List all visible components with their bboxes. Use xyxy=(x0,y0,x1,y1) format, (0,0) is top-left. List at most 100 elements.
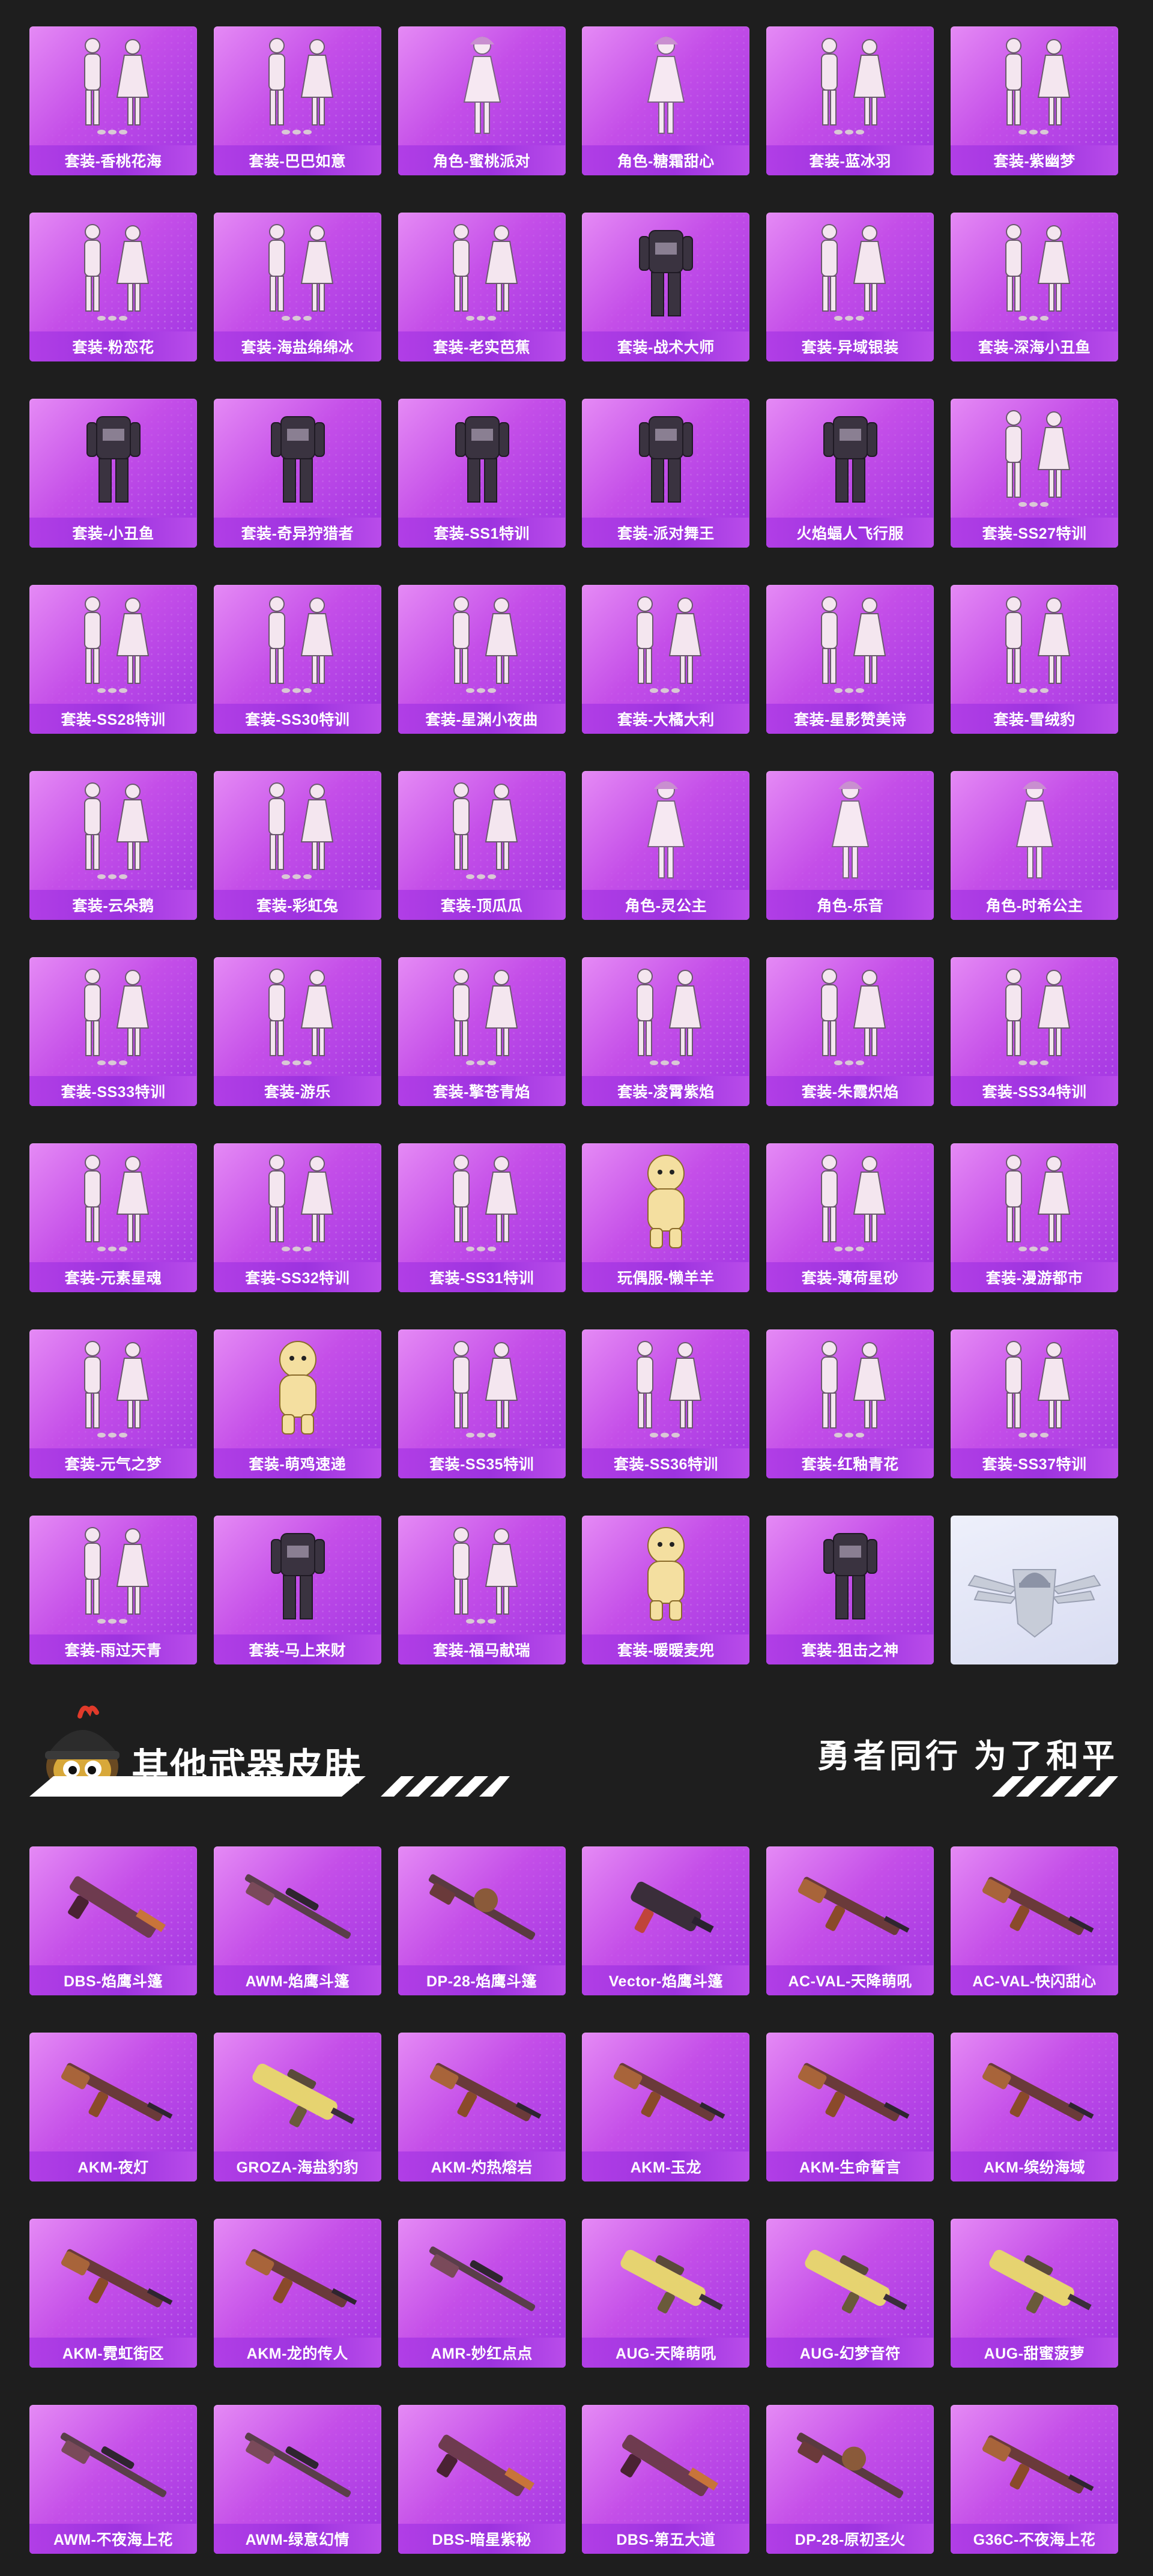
weapon-card-label: AUG-天降萌吼 xyxy=(582,2338,750,2368)
outfit-card[interactable]: 套装-擎苍青焰 xyxy=(398,957,566,1106)
outfit-card[interactable]: 套装-巴巴如意 xyxy=(213,26,381,175)
mascot-suit-icon xyxy=(214,1335,381,1444)
outfit-card[interactable]: 角色-蜜桃派对 xyxy=(398,26,566,175)
weapon-card[interactable]: AKM-灼热熔岩 xyxy=(398,2033,566,2181)
outfit-card[interactable]: 套装-SS33特训 xyxy=(29,957,197,1106)
outfit-card[interactable]: 套装-SS1特训 xyxy=(398,399,566,548)
outfit-card[interactable]: 套装-马上来财 xyxy=(213,1516,381,1664)
outfit-pair-icon xyxy=(214,219,381,327)
outfit-pair-icon xyxy=(398,1149,566,1257)
assault-rifle-icon xyxy=(951,2411,1118,2519)
outfit-card[interactable]: 套装-SS27特训 xyxy=(950,399,1118,548)
outfit-card[interactable]: 角色-糖霜甜心 xyxy=(582,26,750,175)
outfit-card[interactable]: 套装-雨过天青 xyxy=(29,1516,197,1664)
weapon-card[interactable]: AWM-不夜海上花 xyxy=(29,2405,197,2554)
outfit-card[interactable]: 套装-SS35特训 xyxy=(398,1329,566,1478)
outfit-card[interactable]: 套装-深海小丑鱼 xyxy=(950,213,1118,361)
outfit-card[interactable]: 套装-暖暖麦兜 xyxy=(582,1516,750,1664)
outfit-card[interactable]: 套装-老实芭蕉 xyxy=(398,213,566,361)
outfit-card[interactable]: 火焰蝠人飞行服 xyxy=(766,399,934,548)
outfit-card[interactable]: 套装-漫游都市 xyxy=(950,1143,1118,1292)
weapon-card[interactable]: GROZA-海盐豹豹 xyxy=(213,2033,381,2181)
weapon-card[interactable]: AKM-龙的传人 xyxy=(213,2219,381,2368)
weapon-card[interactable]: G36C-不夜海上花 xyxy=(950,2405,1118,2554)
outfit-card[interactable]: 套装-顶瓜瓜 xyxy=(398,771,566,920)
outfit-card-label: 套装-薄荷星砂 xyxy=(766,1262,934,1292)
outfit-card[interactable]: 套装-SS32特训 xyxy=(213,1143,381,1292)
outfit-card[interactable]: 套装-奇异狩猎者 xyxy=(213,399,381,548)
outfit-card-label: 套装-紫幽梦 xyxy=(950,145,1118,175)
outfit-single-icon xyxy=(582,219,749,327)
outfit-pair-icon xyxy=(951,1149,1118,1257)
outfit-card-label: 套装-SS27特训 xyxy=(950,518,1118,548)
weapon-card[interactable]: AC-VAL-快闪甜心 xyxy=(950,1846,1118,1995)
outfit-card[interactable]: 套装-雪绒豹 xyxy=(950,585,1118,734)
outfit-card[interactable]: 套装-元气之梦 xyxy=(29,1329,197,1478)
outfit-card[interactable]: 套装-福马献瑞 xyxy=(398,1516,566,1664)
weapon-card[interactable]: AUG-幻梦音符 xyxy=(766,2219,934,2368)
weapon-card[interactable]: DP-28-焰鹰斗篷 xyxy=(398,1846,566,1995)
outfit-card[interactable]: 角色-乐音 xyxy=(766,771,934,920)
outfit-card[interactable]: 套装-云朵鹅 xyxy=(29,771,197,920)
weapon-card-label: AKM-生命誓言 xyxy=(766,2151,934,2181)
outfit-card[interactable]: 套装-派对舞王 xyxy=(582,399,750,548)
outfit-card[interactable]: 玩偶服-懒羊羊 xyxy=(582,1143,750,1292)
outfit-pair-icon xyxy=(398,591,566,699)
weapon-card[interactable]: AWM-焰鹰斗篷 xyxy=(213,1846,381,1995)
weapon-card[interactable]: DP-28-原初圣火 xyxy=(766,2405,934,2554)
outfit-card-label: 套装-蓝冰羽 xyxy=(766,145,934,175)
outfit-card[interactable]: 套装-大橘大利 xyxy=(582,585,750,734)
outfit-card-label: 套装-元素星魂 xyxy=(29,1262,197,1292)
weapon-card[interactable]: AUG-甜蜜菠萝 xyxy=(950,2219,1118,2368)
outfit-card-label: 套装-粉恋花 xyxy=(29,331,197,361)
outfit-card[interactable]: 套装-蓝冰羽 xyxy=(766,26,934,175)
outfit-card[interactable]: 套装-星渊小夜曲 xyxy=(398,585,566,734)
outfit-card[interactable]: 套装-SS30特训 xyxy=(213,585,381,734)
outfit-card[interactable]: 套装-红釉青花 xyxy=(766,1329,934,1478)
weapon-card[interactable]: AC-VAL-天降萌吼 xyxy=(766,1846,934,1995)
outfit-card[interactable]: 套装-彩虹兔 xyxy=(213,771,381,920)
weapon-card[interactable]: AUG-天降萌吼 xyxy=(582,2219,750,2368)
outfit-pair-icon xyxy=(398,1335,566,1444)
outfit-card[interactable]: 套装-SS31特训 xyxy=(398,1143,566,1292)
outfit-card[interactable]: 套装-粉恋花 xyxy=(29,213,197,361)
weapon-card[interactable]: AKM-缤纷海域 xyxy=(950,2033,1118,2181)
weapon-card[interactable]: AKM-生命誓言 xyxy=(766,2033,934,2181)
outfit-card[interactable]: 套装-香桃花海 xyxy=(29,26,197,175)
weapon-grid: DBS-焰鹰斗篷 AWM-焰鹰斗篷 DP-28-焰鹰斗篷 Vector-焰鹰斗篷 AC-… xyxy=(29,1846,1118,2554)
outfit-pair-icon xyxy=(214,32,381,141)
outfit-card[interactable]: 套装-薄荷星砂 xyxy=(766,1143,934,1292)
weapon-card[interactable]: AKM-夜灯 xyxy=(29,2033,197,2181)
outfit-card[interactable]: 角色-时希公主 xyxy=(950,771,1118,920)
weapon-card-label: AWM-不夜海上花 xyxy=(29,2524,197,2554)
outfit-single-icon xyxy=(766,1522,934,1630)
outfit-card[interactable]: 套装-狙击之神 xyxy=(766,1516,934,1664)
outfit-card[interactable]: 套装-异域银装 xyxy=(766,213,934,361)
outfit-card[interactable] xyxy=(950,1516,1118,1664)
machine-gun-icon xyxy=(766,2411,934,2519)
outfit-card[interactable]: 套装-SS28特训 xyxy=(29,585,197,734)
outfit-card[interactable]: 套装-萌鸡速递 xyxy=(213,1329,381,1478)
weapon-card[interactable]: AWM-绿意幻情 xyxy=(213,2405,381,2554)
weapon-card[interactable]: DBS-第五大道 xyxy=(582,2405,750,2554)
outfit-card[interactable]: 套装-SS37特训 xyxy=(950,1329,1118,1478)
outfit-card[interactable]: 套装-战术大师 xyxy=(582,213,750,361)
outfit-card[interactable]: 套装-朱霞炽焰 xyxy=(766,957,934,1106)
outfit-card[interactable]: 套装-凌霄紫焰 xyxy=(582,957,750,1106)
outfit-card[interactable]: 套装-游乐 xyxy=(213,957,381,1106)
outfit-card[interactable]: 套装-元素星魂 xyxy=(29,1143,197,1292)
outfit-card[interactable]: 套装-小丑鱼 xyxy=(29,399,197,548)
weapon-card[interactable]: AMR-妙红点点 xyxy=(398,2219,566,2368)
outfit-card[interactable]: 套装-海盐绵绵冰 xyxy=(213,213,381,361)
outfit-card[interactable]: 套装-星影赞美诗 xyxy=(766,585,934,734)
weapon-card[interactable]: Vector-焰鹰斗篷 xyxy=(582,1846,750,1995)
weapon-card[interactable]: DBS-焰鹰斗篷 xyxy=(29,1846,197,1995)
outfit-card[interactable]: 套装-SS36特训 xyxy=(582,1329,750,1478)
weapon-card[interactable]: AKM-玉龙 xyxy=(582,2033,750,2181)
outfit-card-label: 套装-萌鸡速递 xyxy=(213,1448,381,1478)
outfit-card[interactable]: 套装-紫幽梦 xyxy=(950,26,1118,175)
weapon-card[interactable]: AKM-霓虹街区 xyxy=(29,2219,197,2368)
weapon-card[interactable]: DBS-暗星紫秘 xyxy=(398,2405,566,2554)
outfit-card[interactable]: 套装-SS34特训 xyxy=(950,957,1118,1106)
outfit-card[interactable]: 角色-灵公主 xyxy=(582,771,750,920)
